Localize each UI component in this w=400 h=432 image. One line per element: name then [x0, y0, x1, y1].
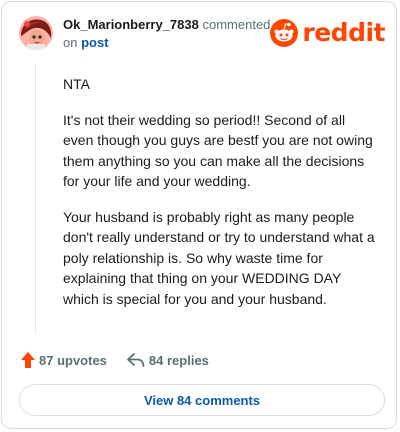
author-block: Ok_Marionberry_7838 commented on post — [63, 16, 283, 52]
action-text: commented — [202, 17, 271, 32]
comment-paragraph: Your husband is probably right as many p… — [63, 208, 375, 307]
comment-body: NTA It's not their wedding so period!! S… — [63, 74, 375, 324]
upvote-count: 87 upvotes — [39, 352, 107, 368]
reply-count: 84 replies — [148, 352, 209, 368]
comment-paragraph: It's not their wedding so period!! Secon… — [63, 111, 373, 190]
reddit-wordmark: reddit — [302, 18, 385, 47]
comment-card: Ok_Marionberry_7838 commented on post re… — [1, 1, 397, 429]
reply-stat[interactable]: 84 replies — [127, 353, 209, 368]
comment-stats: 87 upvotes 84 replies — [21, 349, 209, 371]
post-link[interactable]: post — [81, 35, 108, 50]
reddit-snoo-icon — [270, 19, 299, 47]
comment-paragraph: NTA — [63, 76, 90, 92]
username[interactable]: Ok_Marionberry_7838 — [63, 17, 199, 32]
comment-header: Ok_Marionberry_7838 commented on post re… — [19, 15, 385, 55]
reply-arrow-icon — [127, 353, 145, 367]
on-text: on — [63, 35, 78, 50]
avatar-image-icon — [19, 16, 53, 50]
reddit-logo[interactable]: reddit — [270, 18, 385, 48]
thread-line — [35, 64, 36, 334]
user-avatar[interactable] — [19, 16, 53, 50]
upvote-stat[interactable]: 87 upvotes — [21, 352, 107, 368]
view-comments-button[interactable]: View 84 comments — [19, 384, 385, 416]
upvote-arrow-icon — [21, 352, 35, 368]
